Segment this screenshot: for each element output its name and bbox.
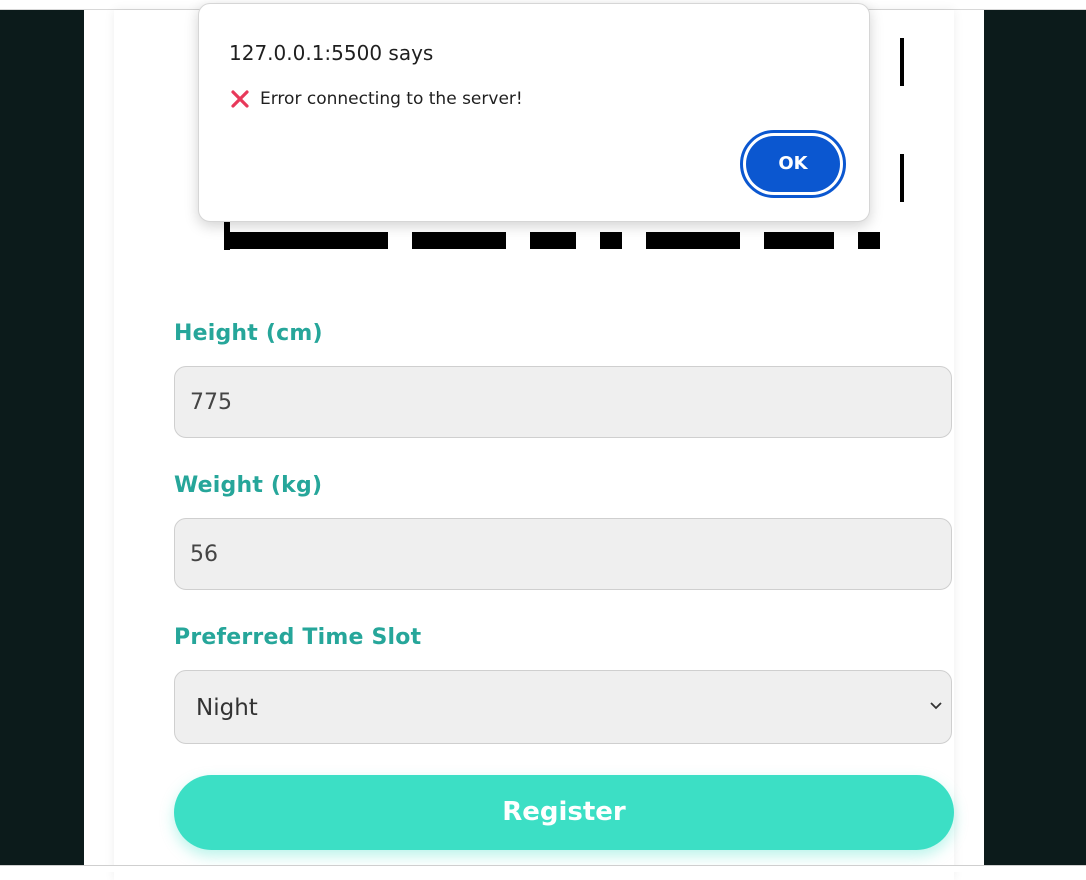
ok-button[interactable]: OK	[746, 136, 840, 192]
weight-input[interactable]: 56	[174, 518, 952, 590]
weight-label: Weight (kg)	[174, 473, 323, 498]
page-background-left	[0, 10, 84, 865]
page-background-right	[984, 10, 1086, 865]
dialog-message: Error connecting to the server!	[260, 89, 523, 109]
ok-button-focus-ring: OK	[740, 130, 846, 198]
dialog-title: 127.0.0.1:5500 says	[229, 41, 434, 65]
register-button[interactable]: Register	[174, 775, 954, 850]
height-label: Height (cm)	[174, 321, 323, 346]
dialog-message-row: Error connecting to the server!	[229, 88, 523, 110]
cross-mark-icon	[231, 90, 249, 108]
time-slot-select[interactable]: Night	[174, 670, 952, 744]
alert-dialog: 127.0.0.1:5500 says Error connecting to …	[198, 3, 870, 222]
time-slot-selected-value: Night	[196, 695, 258, 721]
chevron-down-icon	[930, 702, 942, 710]
height-input[interactable]: 775	[174, 366, 952, 438]
time-slot-label: Preferred Time Slot	[174, 625, 422, 650]
